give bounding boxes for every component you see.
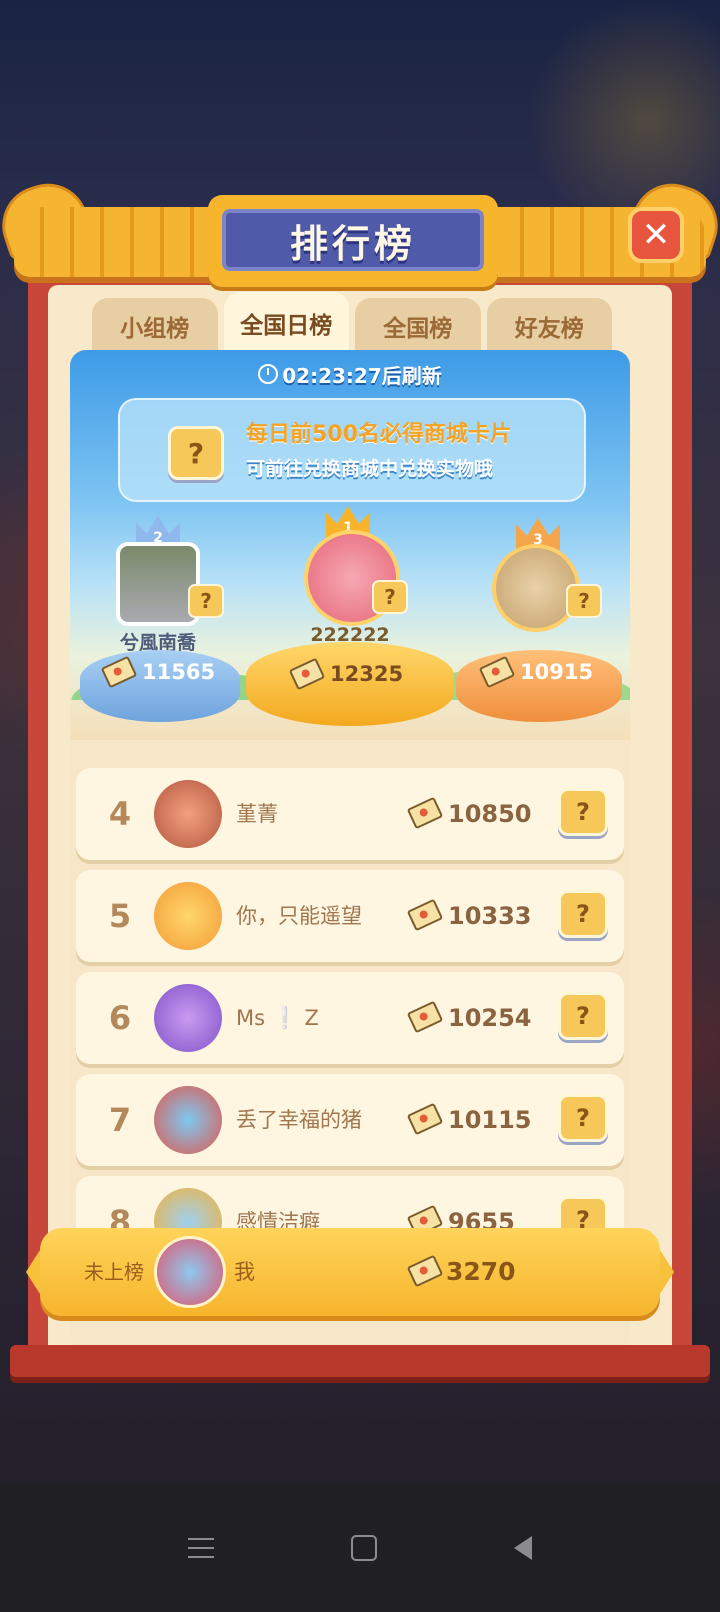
banner-line-1: 每日前500名必得商城卡片 <box>246 422 512 447</box>
ticket-icon <box>288 657 326 691</box>
ticket-icon <box>100 655 138 689</box>
podium-score-rank-2: 11565 <box>100 655 215 689</box>
avatar[interactable] <box>154 1236 226 1308</box>
tab-group[interactable]: 小组榜 <box>92 298 218 354</box>
podium-score-rank-3: 10915 <box>478 655 593 689</box>
ticket-icon <box>406 1102 444 1136</box>
system-nav-bar <box>0 1484 720 1612</box>
row-score: 10333 <box>448 902 532 930</box>
mystery-card-icon[interactable]: ? <box>558 992 608 1040</box>
home-icon[interactable] <box>350 1535 377 1561</box>
my-name: 我 <box>234 1260 255 1284</box>
avatar[interactable] <box>154 1086 222 1154</box>
ticket-icon <box>406 1000 444 1034</box>
row-name: 堇菁 <box>236 802 278 826</box>
tab-bar: 小组榜 全国日榜 全国榜 好友榜 <box>92 292 612 354</box>
frame-base <box>10 1345 710 1377</box>
row-rank: 7 <box>108 1101 132 1139</box>
menu-icon[interactable] <box>188 1538 215 1558</box>
my-rank-status: 未上榜 <box>84 1260 144 1284</box>
row-name: 丢了幸福的猪 <box>236 1108 362 1132</box>
row-rank: 4 <box>108 795 132 833</box>
tab-friends[interactable]: 好友榜 <box>486 298 612 354</box>
mystery-card-icon[interactable]: ? <box>558 1094 608 1142</box>
title-plaque: 排行榜 <box>208 195 498 287</box>
mystery-card-icon[interactable]: ? <box>558 890 608 938</box>
avatar[interactable] <box>154 780 222 848</box>
page-title: 排行榜 <box>289 221 416 266</box>
tab-national-daily[interactable]: 全国日榜 <box>223 292 349 354</box>
tab-national[interactable]: 全国榜 <box>355 298 481 354</box>
my-rank-bar[interactable]: 未上榜 我 3270 <box>26 1228 674 1316</box>
table-row[interactable]: 5 你，只能遥望 10333 ? <box>76 870 624 962</box>
row-rank: 5 <box>108 897 132 935</box>
table-row[interactable]: 6 Ms ❕ Z 10254 ? <box>76 972 624 1064</box>
mystery-card-icon[interactable]: ? <box>558 788 608 836</box>
table-row[interactable]: 7 丢了幸福的猪 10115 ? <box>76 1074 624 1166</box>
refresh-timer: 02:23:27后刷新 <box>250 358 450 390</box>
leaderboard-panel[interactable]: 02:23:27后刷新 ? 每日前500名必得商城卡片 可前往兑换商城中兑换实物… <box>70 350 630 1350</box>
row-name: 你，只能遥望 <box>236 904 362 928</box>
refresh-timer-text: 02:23:27后刷新 <box>282 363 442 388</box>
ticket-icon <box>406 1254 444 1288</box>
table-row[interactable]: 4 堇菁 10850 ? <box>76 768 624 860</box>
row-name: Ms ❕ Z <box>236 1006 319 1030</box>
my-score: 3270 <box>446 1257 516 1286</box>
row-score: 10115 <box>448 1106 532 1134</box>
clock-icon <box>258 364 279 384</box>
mystery-card-icon: ? <box>168 426 224 480</box>
row-score: 10254 <box>448 1004 532 1032</box>
close-icon: ✕ <box>641 215 671 255</box>
mystery-card-icon: ? <box>188 584 224 618</box>
mystery-card-icon: ? <box>566 584 602 618</box>
mystery-card-icon: ? <box>372 580 408 614</box>
ticket-icon <box>406 898 444 932</box>
ticket-icon <box>406 796 444 830</box>
avatar-rank-2[interactable] <box>116 542 200 626</box>
avatar[interactable] <box>154 984 222 1052</box>
ticket-icon <box>478 655 516 689</box>
row-rank: 6 <box>108 999 132 1037</box>
back-icon[interactable] <box>513 1536 532 1560</box>
banner-line-2: 可前往兑换商城中兑换实物哦 <box>246 458 494 480</box>
row-score: 10850 <box>448 800 532 828</box>
close-button[interactable]: ✕ <box>628 207 684 263</box>
reward-banner: ? 每日前500名必得商城卡片 可前往兑换商城中兑换实物哦 <box>118 398 586 502</box>
avatar[interactable] <box>154 882 222 950</box>
podium-score-rank-1: 12325 <box>288 657 403 691</box>
